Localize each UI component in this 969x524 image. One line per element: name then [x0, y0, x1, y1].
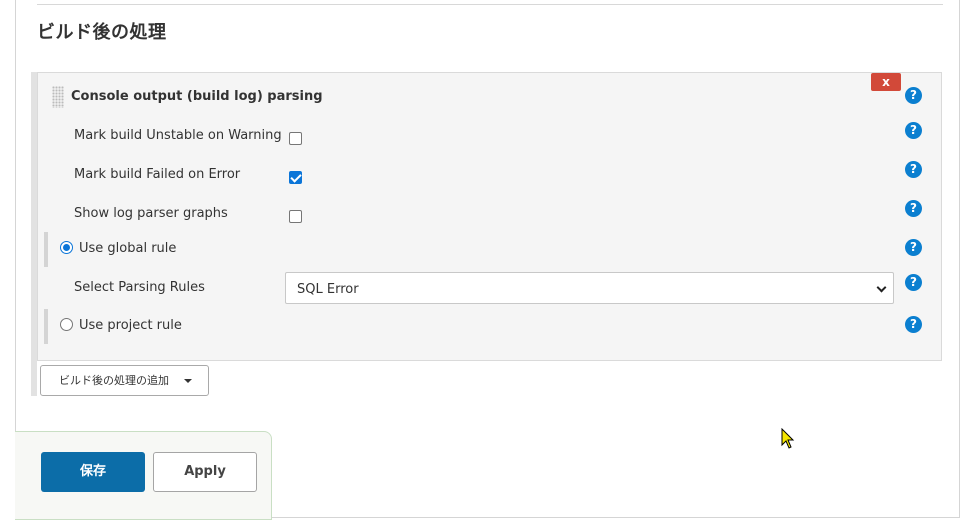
parsing-rules-label: Select Parsing Rules [74, 280, 205, 295]
add-post-build-action-button[interactable]: ビルド後の処理の追加 [40, 365, 209, 396]
failed-on-error-label: Mark build Failed on Error [74, 167, 241, 182]
drag-handle-icon[interactable] [52, 86, 64, 108]
global-rule-label: Use global rule [79, 241, 177, 256]
help-icon[interactable]: ? [905, 316, 922, 333]
global-rule-indent-bar [44, 232, 48, 267]
unstable-on-warning-label: Mark build Unstable on Warning [74, 128, 282, 143]
delete-step-button[interactable]: x [871, 73, 901, 91]
top-divider [37, 4, 943, 5]
chevron-down-icon [876, 282, 887, 293]
apply-button[interactable]: Apply [153, 452, 257, 492]
step-title: Console output (build log) parsing [71, 89, 323, 104]
help-icon[interactable]: ? [905, 239, 922, 256]
parsing-rules-select[interactable]: SQL Error [285, 272, 894, 304]
project-rule-radio[interactable] [60, 318, 73, 331]
section-title: ビルド後の処理 [37, 22, 167, 43]
help-icon[interactable]: ? [905, 200, 922, 217]
show-graphs-checkbox[interactable] [289, 210, 302, 223]
unstable-on-warning-checkbox[interactable] [289, 132, 302, 145]
help-icon[interactable]: ? [905, 122, 922, 139]
parsing-rules-value: SQL Error [297, 282, 359, 297]
show-graphs-label: Show log parser graphs [74, 206, 228, 221]
help-icon[interactable]: ? [905, 274, 922, 291]
mouse-cursor-icon [781, 428, 795, 449]
add-post-build-action-label: ビルド後の処理の追加 [59, 374, 169, 387]
failed-on-error-checkbox[interactable] [289, 171, 302, 184]
project-rule-label: Use project rule [79, 318, 182, 333]
caret-down-icon [184, 379, 192, 383]
save-button[interactable]: 保存 [41, 452, 145, 492]
help-icon[interactable]: ? [905, 161, 922, 178]
help-icon[interactable]: ? [905, 87, 922, 104]
global-rule-radio[interactable] [60, 241, 73, 254]
project-rule-indent-bar [44, 309, 48, 344]
